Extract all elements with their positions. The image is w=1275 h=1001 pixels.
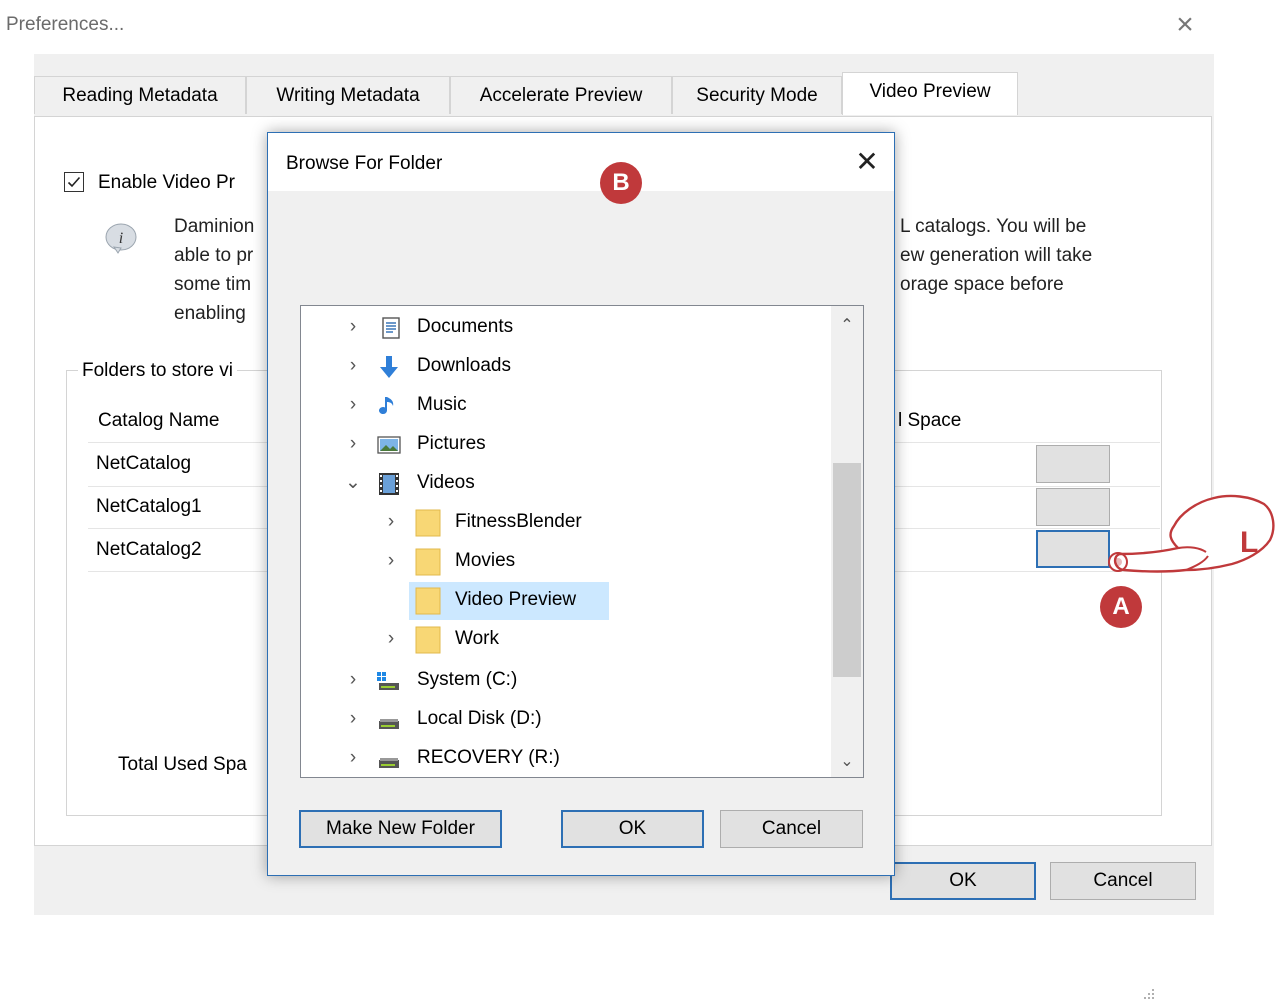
tree-item-label: Videos xyxy=(417,472,475,493)
chevron-right-icon[interactable]: › xyxy=(345,739,361,777)
info-line: Daminion xyxy=(174,216,255,237)
hand-letter: L xyxy=(1240,526,1258,559)
info-icon: i xyxy=(104,220,140,256)
window-close-button[interactable]: × xyxy=(1168,8,1202,42)
folder-icon xyxy=(415,548,441,576)
info-text-right: L catalogs. You will be ew generation wi… xyxy=(900,212,1092,299)
tree-item-music[interactable]: › Music xyxy=(301,386,831,424)
chevron-right-icon[interactable]: › xyxy=(345,308,361,346)
checkmark-icon xyxy=(67,176,81,188)
tree-item-label: FitnessBlender xyxy=(455,511,582,532)
info-line: able to pr xyxy=(174,245,254,266)
chevron-right-icon[interactable]: › xyxy=(383,620,399,658)
tree-item-label: Local Disk (D:) xyxy=(417,708,542,729)
drive-icon xyxy=(379,758,399,768)
folder-icon xyxy=(415,509,441,537)
tree-item-videos[interactable]: ⌄ Videos xyxy=(301,464,831,502)
tree-item-label: Documents xyxy=(417,316,514,337)
tab-accelerate-preview[interactable]: Accelerate Preview xyxy=(450,76,672,114)
marker-b: B xyxy=(600,162,642,204)
folders-group-label: Folders to store vi xyxy=(78,360,237,382)
tree-item-label: Movies xyxy=(455,550,516,571)
tree-item-fitnessblender[interactable]: › FitnessBlender xyxy=(301,503,831,541)
browse-folder-button[interactable] xyxy=(1036,445,1110,483)
tab-reading-metadata[interactable]: Reading Metadata xyxy=(34,76,246,114)
chevron-down-icon[interactable]: ⌄ xyxy=(345,464,361,502)
info-line: orage space before xyxy=(900,274,1064,295)
browse-folder-button[interactable] xyxy=(1036,488,1110,526)
videos-icon xyxy=(379,473,399,495)
make-new-folder-button[interactable]: Make New Folder xyxy=(299,810,502,848)
window-title: Preferences... xyxy=(6,14,125,35)
tree-item-downloads[interactable]: › Downloads xyxy=(301,347,831,385)
music-icon xyxy=(379,397,394,415)
svg-text:i: i xyxy=(119,230,123,247)
tree-item-work[interactable]: › Work xyxy=(301,620,831,658)
ok-button[interactable]: OK xyxy=(890,862,1036,900)
tree-item-label: Pictures xyxy=(417,433,486,454)
enable-video-preview-checkbox[interactable] xyxy=(64,172,84,192)
tree-item-label: Video Preview xyxy=(455,589,577,610)
tree-item-movies[interactable]: › Movies xyxy=(301,542,831,580)
tree-item-video-preview[interactable]: Video Preview xyxy=(301,581,831,619)
column-header-catalog: Catalog Name xyxy=(98,410,220,431)
tree-item-label: System (C:) xyxy=(417,669,518,690)
resize-grip-icon[interactable] xyxy=(1140,985,1156,1001)
tab-video-preview[interactable]: Video Preview xyxy=(842,72,1018,115)
scroll-down-icon[interactable]: ⌄ xyxy=(831,744,863,780)
total-used-space-label: Total Used Spa xyxy=(118,754,247,775)
pictures-icon xyxy=(377,436,401,454)
info-line: some tim xyxy=(174,274,252,295)
tab-security-mode[interactable]: Security Mode xyxy=(672,76,842,114)
chevron-right-icon[interactable]: › xyxy=(345,347,361,385)
drive-icon xyxy=(379,719,399,729)
tree-item-local-disk-d[interactable]: › Local Disk (D:) xyxy=(301,700,831,738)
chevron-right-icon[interactable]: › xyxy=(345,661,361,699)
column-header-space: l Space xyxy=(898,410,962,431)
chevron-right-icon[interactable]: › xyxy=(383,542,399,580)
dialog-close-button[interactable]: ✕ xyxy=(850,145,884,179)
catalog-row-name: NetCatalog2 xyxy=(96,539,202,560)
catalog-row-name: NetCatalog1 xyxy=(96,496,202,517)
system-drive-icon xyxy=(377,672,399,690)
documents-icon xyxy=(382,317,400,339)
browse-folder-button[interactable] xyxy=(1036,530,1110,568)
folder-icon xyxy=(415,587,441,615)
tree-item-label: Downloads xyxy=(417,355,511,376)
cancel-button[interactable]: Cancel xyxy=(1050,862,1196,900)
catalog-row-name: NetCatalog xyxy=(96,453,192,474)
chevron-right-icon[interactable]: › xyxy=(383,503,399,541)
dialog-title: Browse For Folder xyxy=(286,153,443,174)
enable-video-preview-label: Enable Video Pr xyxy=(98,172,235,193)
folder-tree[interactable]: › Documents › Downloads › Music › Pictur… xyxy=(300,305,864,778)
tree-item-recovery-r[interactable]: › RECOVERY (R:) xyxy=(301,739,831,777)
tree-item-documents[interactable]: › Documents xyxy=(301,308,831,346)
downloads-icon xyxy=(380,356,398,378)
info-text-left: Daminion able to pr some tim enabling xyxy=(174,212,254,328)
marker-a: A xyxy=(1100,586,1142,628)
info-line: ew generation will take xyxy=(900,245,1093,266)
pointing-hand-icon: L xyxy=(1100,490,1275,585)
tree-item-label: Music xyxy=(417,394,467,415)
scroll-up-icon[interactable]: ⌃ xyxy=(831,308,863,344)
info-line: enabling xyxy=(174,303,246,324)
tree-item-system-c[interactable]: › System (C:) xyxy=(301,661,831,699)
chevron-right-icon[interactable]: › xyxy=(345,386,361,424)
tree-item-label: Work xyxy=(455,628,499,649)
chevron-right-icon[interactable]: › xyxy=(345,700,361,738)
folder-icon xyxy=(415,626,441,654)
scrollbar-thumb[interactable] xyxy=(833,463,861,677)
tree-item-pictures[interactable]: › Pictures xyxy=(301,425,831,463)
tab-writing-metadata[interactable]: Writing Metadata xyxy=(246,76,450,114)
chevron-right-icon[interactable]: › xyxy=(345,425,361,463)
tree-item-label: RECOVERY (R:) xyxy=(417,747,560,768)
dialog-ok-button[interactable]: OK xyxy=(561,810,704,848)
dialog-cancel-button[interactable]: Cancel xyxy=(720,810,863,848)
info-line: L catalogs. You will be xyxy=(900,216,1087,237)
